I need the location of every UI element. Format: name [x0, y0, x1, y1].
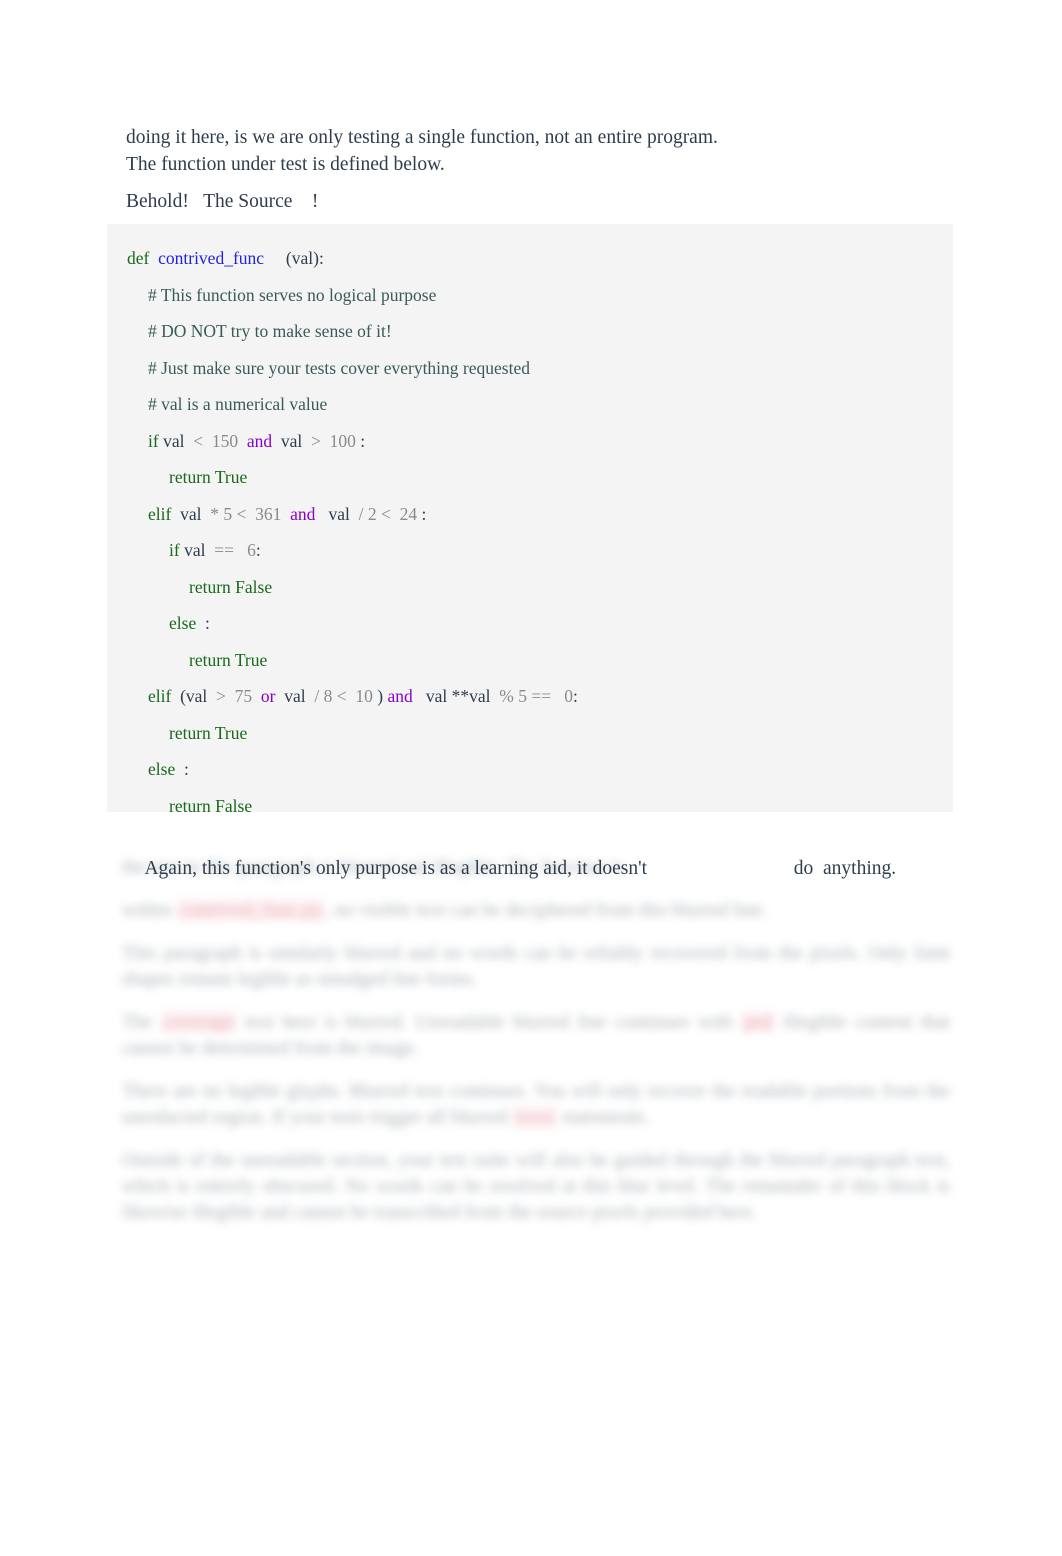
code-line: return True	[107, 459, 953, 496]
code-token-var: val	[179, 540, 210, 560]
code-token-num: / 2 <	[354, 503, 396, 524]
code-line: # val is a numerical value	[107, 386, 953, 423]
code-token-op: and	[387, 686, 413, 706]
code-token-kw: else	[148, 759, 176, 779]
code-token-kw: return False	[189, 576, 273, 597]
code-token-num: 0	[555, 686, 573, 706]
redacted-body-copy: the text in this paragraph is blurred an…	[122, 855, 950, 1240]
code-token-var: )	[377, 686, 388, 706]
intro-paragraph: doing it here, is we are only testing a …	[126, 124, 946, 178]
redacted-text: within	[122, 900, 177, 921]
inline-code-highlight: contrived_func.py	[176, 900, 326, 921]
redacted-text: The	[122, 1012, 161, 1033]
code-line: return False	[107, 788, 953, 825]
code-token-num: ==	[209, 540, 239, 560]
code-line: elif (val > 75 or val / 8 < 10 ) and val…	[107, 678, 953, 715]
code-token-num: <	[188, 430, 208, 451]
code-line: # This function serves no logical purpos…	[107, 277, 953, 314]
code-token-var: :	[175, 759, 189, 779]
code-line: elif val * 5 < 361 and val / 2 < 24 :	[107, 496, 953, 533]
code-line: else :	[107, 605, 953, 642]
code-token-num: 24	[395, 503, 422, 524]
code-token-var: (val):	[285, 248, 324, 268]
code-token-var: :	[360, 430, 366, 451]
code-token-var: val	[272, 430, 307, 451]
code-token-kw: if	[169, 540, 180, 560]
redacted-text: , no visible text can be deciphered from…	[325, 900, 768, 921]
code-token-cmt: # This function serves no logical purpos…	[148, 284, 437, 305]
code-line: def contrived_func (val):	[107, 240, 953, 277]
code-token-num: % 5 ==	[494, 686, 556, 706]
redacted-text: statements.	[557, 1107, 650, 1128]
code-token-num: >	[211, 686, 231, 706]
code-token-var: :	[421, 503, 427, 524]
code-token-num: 150	[207, 430, 239, 451]
code-token-kw: def	[127, 248, 150, 268]
code-token-var: val	[171, 503, 206, 524]
code-token-num: 6	[238, 540, 256, 560]
code-token-cmt: # val is a numerical value	[148, 394, 328, 414]
redacted-paragraph: within contrived_func.py, no visible tex…	[122, 898, 950, 924]
code-token-var	[264, 248, 286, 268]
code-token-num: / 8 <	[310, 686, 351, 706]
inline-code-highlight: coverage	[160, 1012, 237, 1033]
code-token-var: val	[275, 686, 311, 706]
code-token-kw: if	[148, 430, 159, 451]
code-token-num: * 5 <	[205, 503, 251, 524]
code-token-var: val	[315, 503, 355, 524]
redacted-text: Outside of the unreadable section, your …	[122, 1150, 950, 1223]
redacted-text: the text in this paragraph is blurred an…	[122, 857, 625, 878]
code-token-num: >	[306, 430, 326, 451]
intro-line-2: The function under test is defined below…	[126, 154, 445, 175]
code-line: # DO NOT try to make sense of it!	[107, 313, 953, 350]
code-token-kw: elif	[148, 686, 172, 706]
intro-line-1: doing it here, is we are only testing a …	[126, 127, 718, 148]
redacted-paragraph: This paragraph is similarly blurred and …	[122, 941, 950, 993]
document-page: doing it here, is we are only testing a …	[0, 0, 1062, 1556]
code-token-var: :	[196, 613, 210, 633]
code-token-kw: return True	[169, 722, 248, 743]
behold-heading: Behold! The Source !	[126, 191, 319, 212]
code-token-cmt: # DO NOT try to make sense of it!	[148, 321, 392, 341]
code-line: else :	[107, 751, 953, 788]
code-token-var	[281, 504, 290, 524]
code-token-var	[238, 431, 247, 451]
code-line: return True	[107, 715, 953, 752]
code-line: return True	[107, 642, 953, 679]
code-token-cmt: # Just make sure your tests cover everyt…	[148, 357, 530, 378]
code-token-var: val	[158, 430, 189, 451]
code-token-num: 75	[230, 686, 253, 706]
code-token-op: and	[246, 430, 273, 451]
code-token-kw: return False	[169, 795, 253, 816]
code-token-var: :	[255, 540, 261, 560]
redacted-paragraph: There are no legible glyphs. Blurred tex…	[122, 1079, 950, 1131]
redacted-paragraph: the text in this paragraph is blurred an…	[122, 855, 950, 881]
code-token-var: (val	[171, 686, 212, 706]
redacted-text: This paragraph is similarly blurred and …	[122, 943, 950, 990]
code-token-kw: else	[169, 613, 197, 633]
code-token-var	[252, 686, 261, 706]
redacted-text: text here is blurred. Unreadable blurred…	[236, 1012, 741, 1033]
source-code-block: def contrived_func (val): # This function…	[107, 224, 953, 816]
code-token-num: 361	[250, 503, 282, 524]
code-line: if val == 6:	[107, 532, 953, 569]
code-line: return False	[107, 569, 953, 606]
redacted-paragraph: Outside of the unreadable section, your …	[122, 1148, 950, 1226]
code-token-var: :	[572, 686, 578, 706]
code-token-op: or	[260, 686, 276, 706]
code-token-kw: return True	[189, 649, 268, 670]
code-token-var	[149, 248, 158, 268]
code-token-num: 10	[351, 686, 378, 706]
code-token-kw: elif	[148, 503, 172, 524]
code-token-num: 100	[325, 430, 361, 451]
code-token-op: and	[290, 503, 316, 524]
code-token-var: val **val	[412, 686, 495, 706]
code-token-kw: return True	[169, 467, 248, 487]
inline-code-highlight: ped	[740, 1012, 775, 1033]
code-line: # Just make sure your tests cover everyt…	[107, 350, 953, 387]
redacted-paragraph: The coverage text here is blurred. Unrea…	[122, 1010, 950, 1062]
code-line: if val < 150 and val > 100 :	[107, 423, 953, 460]
inline-code-highlight: xxxx	[512, 1107, 558, 1128]
code-token-fn: contrived_func	[158, 248, 265, 268]
